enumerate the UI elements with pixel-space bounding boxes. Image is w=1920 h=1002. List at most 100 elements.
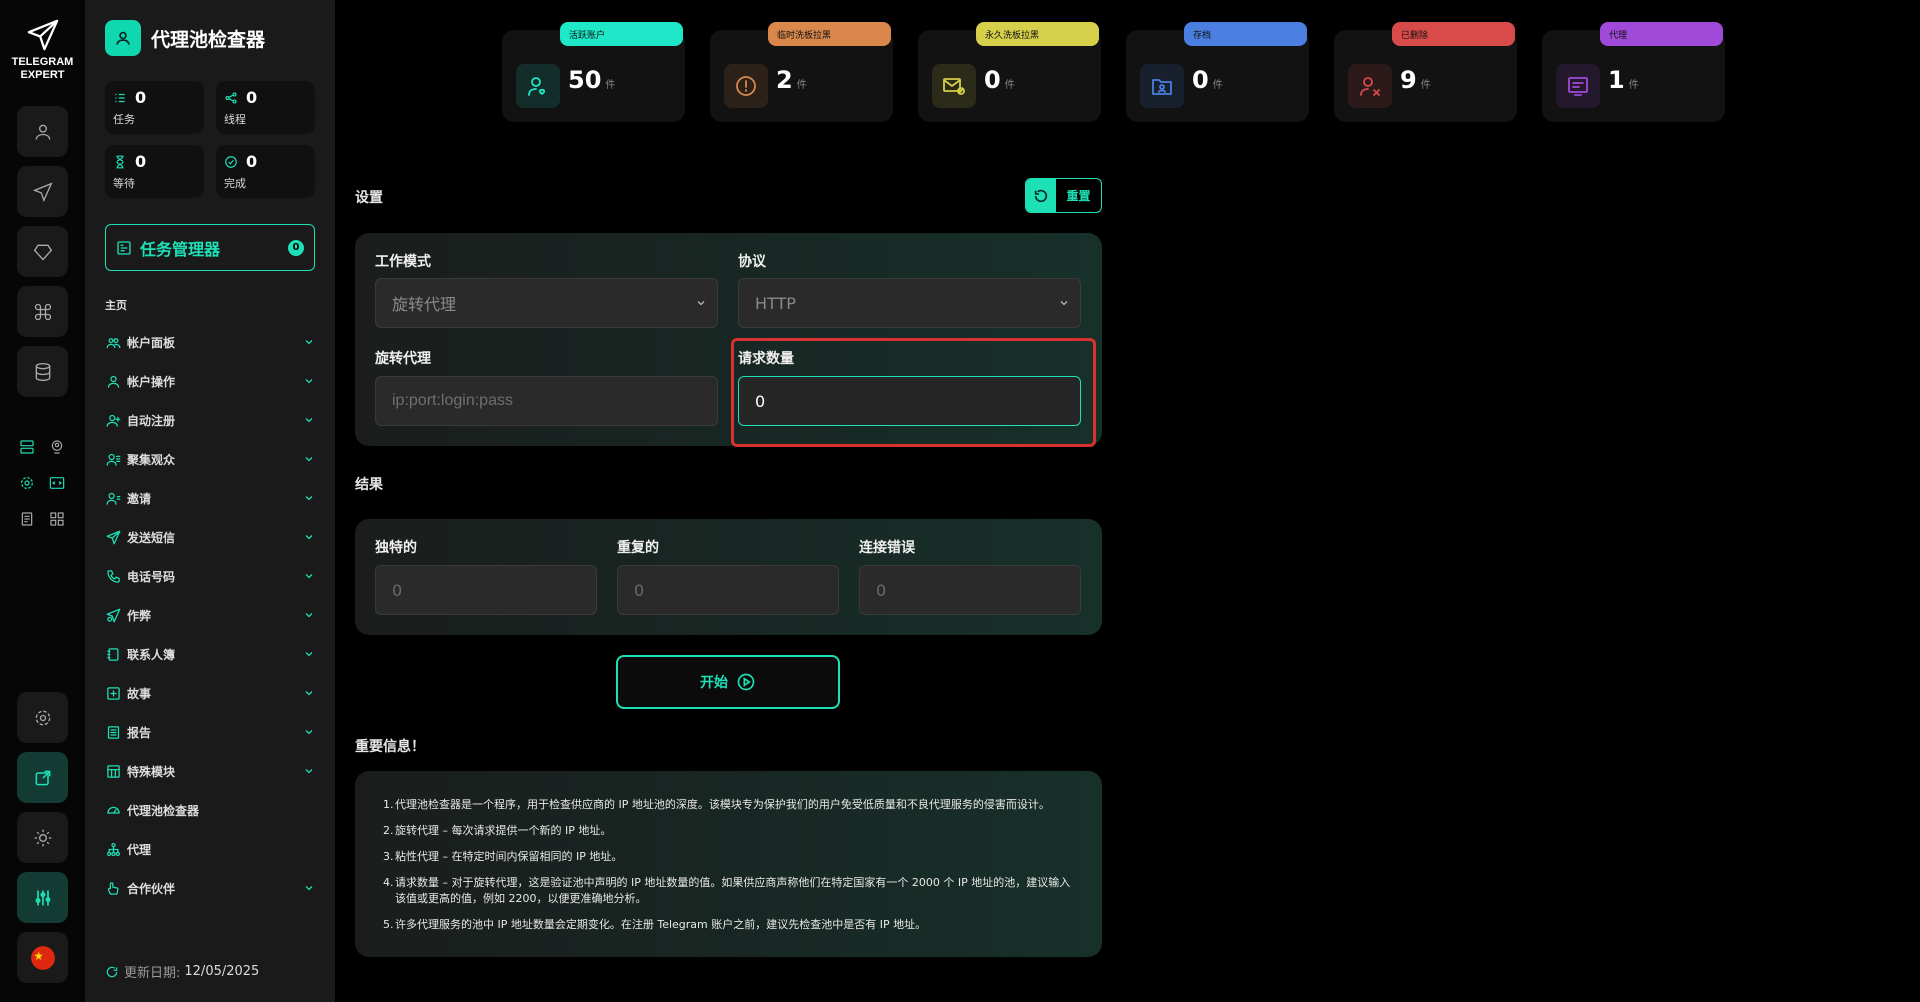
rail-accounts-button[interactable] [17, 106, 68, 157]
sidebar-item[interactable]: 电话号码 [105, 564, 315, 588]
rail-diamond-button[interactable] [17, 226, 68, 277]
user-badge-icon [105, 20, 141, 56]
user-icon [105, 373, 121, 389]
stat-label: 等待 [113, 177, 135, 190]
sidebar-item-label: 作弊 [127, 608, 152, 623]
duplicate-output: 0 [617, 565, 839, 615]
protocol-select[interactable]: HTTP [738, 278, 1081, 328]
tile-unit: 件 [1628, 80, 1639, 91]
rail-settings-button[interactable] [17, 692, 68, 743]
rail-theme-button[interactable] [17, 812, 68, 863]
network-icon [105, 841, 121, 857]
rail-external-link-button[interactable] [17, 752, 68, 803]
chevron-down-icon [305, 613, 313, 618]
tile-value: 9 [1400, 66, 1417, 94]
info-item: 2. 旋转代理 – 每次请求提供一个新的 IP 地址。 [383, 823, 1080, 839]
stat-value: 0 [246, 152, 258, 171]
sidebar-item[interactable]: 合作伙伴 [105, 876, 315, 900]
update-date: 12/05/2025 [184, 964, 260, 979]
sidebar-item[interactable]: 报告 [105, 720, 315, 744]
sidebar-item[interactable]: 自动注册 [105, 408, 315, 432]
rotating-proxy-input[interactable]: ip:port:login:pass [375, 376, 718, 426]
stat-card-threads: 0 线程 [216, 81, 315, 134]
rail-command-button[interactable] [17, 286, 68, 337]
update-label: 更新日期: [124, 966, 181, 981]
proxy-icon [1556, 64, 1600, 108]
contacts-icon [105, 646, 121, 662]
stat-tile: 存档 0 件 [1126, 22, 1309, 122]
reset-button[interactable]: 重置 [1025, 178, 1102, 213]
sidebar-item-label: 发送短信 [127, 530, 176, 545]
info-item-number: 1. [383, 798, 394, 811]
users-icon [105, 334, 121, 350]
sidebar-item[interactable]: 故事 [105, 681, 315, 705]
play-circle-icon [737, 673, 755, 691]
chevron-down-icon [697, 301, 705, 306]
rail-settings-mini-button[interactable] [16, 472, 38, 494]
stat-tile: 活跃账户 50 件 [502, 22, 685, 122]
rail-database-button[interactable] [17, 346, 68, 397]
info-item-text: 旋转代理 – 每次请求提供一个新的 IP 地址。 [395, 824, 612, 837]
icon-rail: TELEGRAM EXPERT [0, 0, 85, 1002]
stat-card-done: 0 完成 [216, 145, 315, 198]
sidebar-item-label: 报告 [127, 725, 152, 740]
sidebar-item[interactable]: 代理池检查器 [105, 798, 315, 822]
info-item: 5. 许多代理服务的池中 IP 地址数量会定期变化。在注册 Telegram 账户… [383, 917, 1080, 933]
sidebar-item[interactable]: 聚集观众 [105, 447, 315, 471]
sidebar-item[interactable]: 联系人簿 [105, 642, 315, 666]
tile-value: 0 [1192, 66, 1209, 94]
sidebar-item[interactable]: 发送短信 [105, 525, 315, 549]
start-button[interactable]: 开始 [616, 655, 840, 709]
rail-sliders-button[interactable] [17, 872, 68, 923]
rail-language-button[interactable] [17, 932, 68, 983]
partner-icon [105, 880, 121, 896]
tile-unit: 件 [1004, 80, 1015, 91]
sidebar-item[interactable]: 帐户面板 [105, 330, 315, 354]
chevron-down-icon [1060, 301, 1068, 306]
reset-icon [1026, 179, 1056, 212]
tile-tag: 临时洗板拉黑 [768, 22, 891, 46]
rail-send-button[interactable] [17, 166, 68, 217]
menu-heading: 主页 [105, 299, 127, 312]
duplicate-label: 重复的 [617, 540, 659, 556]
tile-value: 1 [1608, 66, 1625, 94]
info-item-number: 5. [383, 918, 394, 931]
stat-value: 0 [135, 152, 147, 171]
chevron-down-icon [305, 691, 313, 696]
archive-folder-icon [1140, 64, 1184, 108]
update-info: 更新日期: 12/05/2025 [105, 962, 259, 981]
settings-heading: 设置 [355, 190, 383, 206]
check-circle-icon [225, 155, 237, 168]
tile-value-wrap: 50 件 [568, 66, 615, 94]
unique-label: 独特的 [375, 540, 417, 556]
stat-label: 线程 [224, 113, 246, 126]
sidebar-item[interactable]: 邀请 [105, 486, 315, 510]
work-mode-value: 旋转代理 [392, 295, 457, 314]
document-icon [21, 512, 33, 526]
sidebar-item-label: 邀请 [127, 491, 152, 506]
sidebar-item[interactable]: 特殊模块 [105, 759, 315, 783]
info-item: 4. 请求数量 – 对于旋转代理，这是验证池中声明的 IP 地址数量的值。如果供应… [383, 875, 1080, 907]
start-label: 开始 [700, 675, 728, 691]
rail-doc-button[interactable] [16, 508, 38, 530]
rail-server-button[interactable] [16, 436, 38, 458]
chevron-down-icon [305, 340, 313, 345]
work-mode-select[interactable]: 旋转代理 [375, 278, 718, 328]
sidebar-item[interactable]: 代理 [105, 837, 315, 861]
chevron-down-icon [305, 535, 313, 540]
sidebar-item[interactable]: 帐户操作 [105, 369, 315, 393]
sidebar-title: 代理池检查器 [151, 28, 266, 51]
task-manager-button[interactable]: 任务管理器 0 [105, 224, 315, 271]
tile-value: 50 [568, 66, 602, 94]
request-count-highlight [731, 338, 1096, 447]
rail-grid-button[interactable] [46, 508, 68, 530]
rail-location-button[interactable] [46, 436, 68, 458]
tile-value-wrap: 9件 [1400, 66, 1431, 94]
command-icon [34, 303, 51, 320]
sidebar-item[interactable]: 作弊 [105, 603, 315, 627]
rail-code-button[interactable] [46, 472, 68, 494]
tile-tag: 永久洗板拉黑 [976, 22, 1099, 46]
chevron-down-icon [305, 418, 313, 423]
stat-card-waiting: 0 等待 [105, 145, 204, 198]
info-item-text: 许多代理服务的池中 IP 地址数量会定期变化。在注册 Telegram 账户之前… [395, 918, 927, 931]
